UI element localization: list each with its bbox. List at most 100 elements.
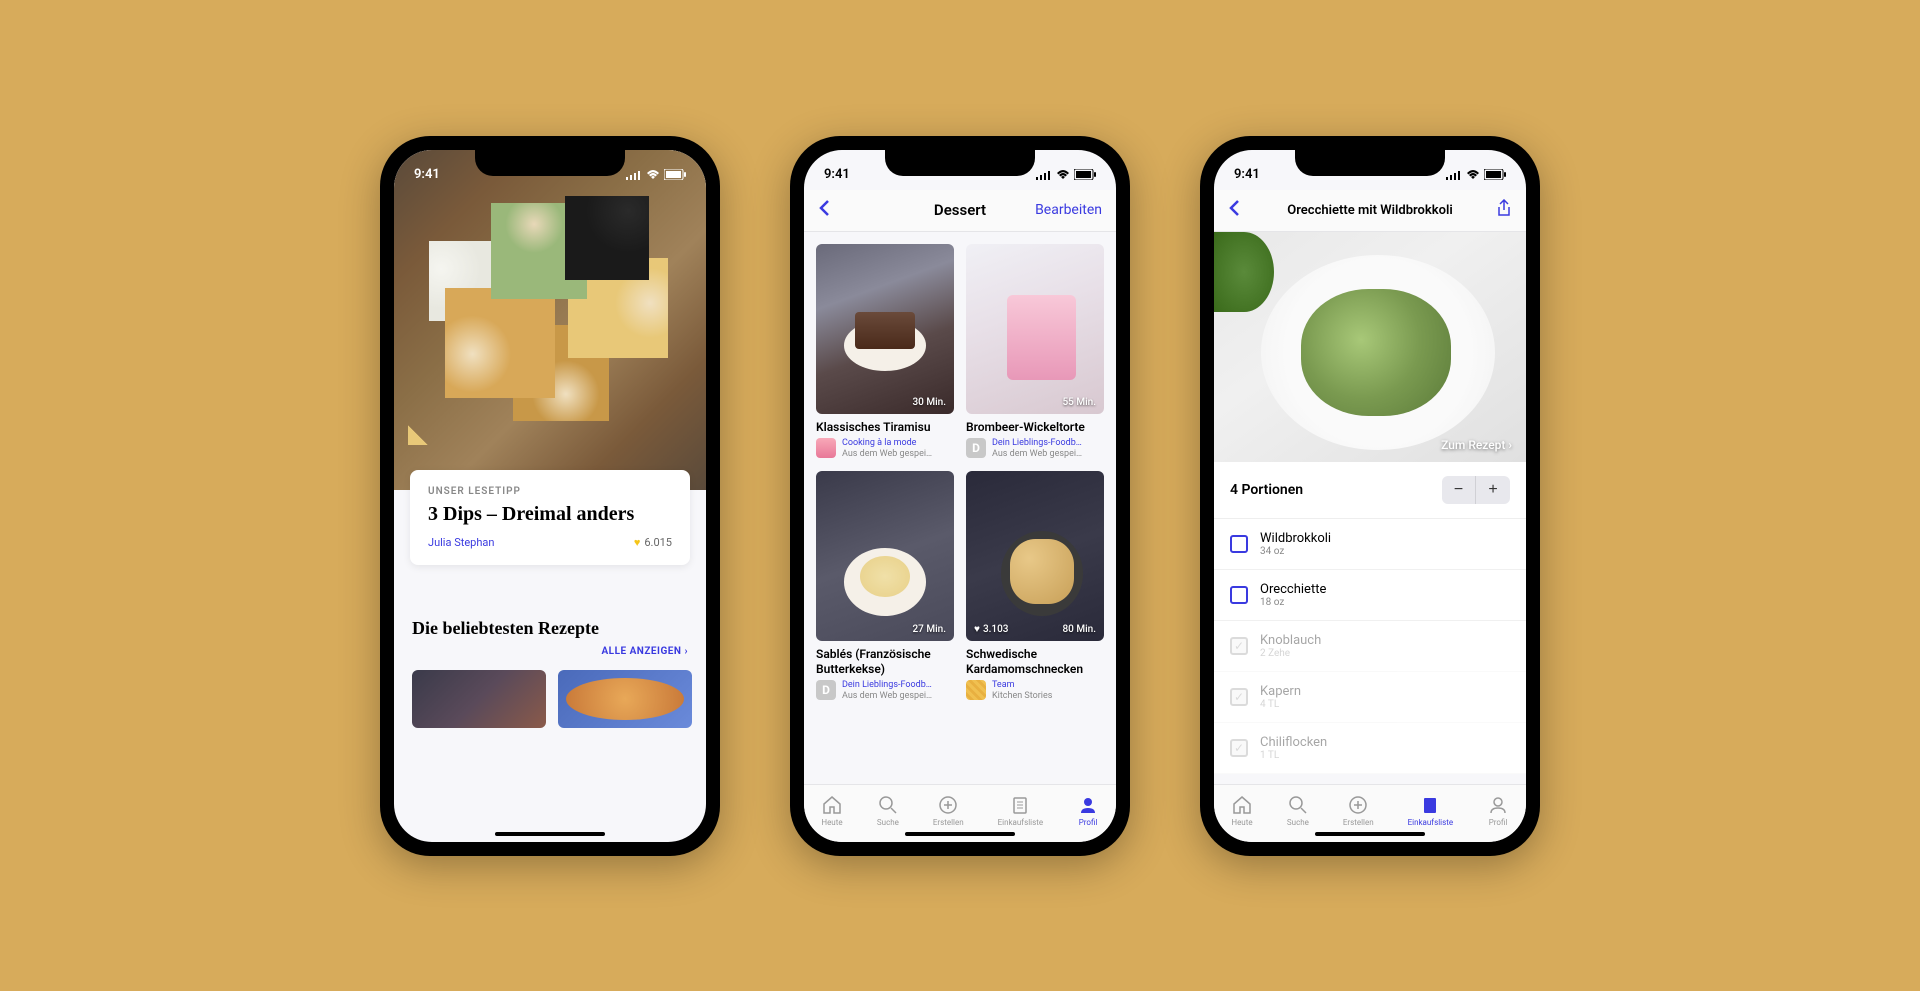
search-icon: [877, 794, 899, 816]
home-indicator[interactable]: [905, 832, 1015, 836]
battery-icon: [1074, 169, 1096, 180]
recipe-title: Schwedische Kardamomschnecken: [966, 647, 1104, 676]
recipe-image: 55 Min.: [966, 244, 1104, 414]
heart-icon: ♥: [634, 536, 641, 549]
tab-heute[interactable]: Heute: [1231, 794, 1253, 827]
home-content[interactable]: UNSER LESETIPP 3 Dips – Dreimal anders J…: [394, 150, 706, 842]
phone-1: 9:41 UNSER LESETIPP 3 Dips – Dreimal and…: [380, 136, 720, 856]
hero-image[interactable]: [394, 150, 706, 490]
ingredient-name: Orecchiette: [1260, 582, 1326, 597]
tab-suche[interactable]: Suche: [877, 794, 899, 827]
recipe-detail-content[interactable]: Zum Rezept › 4 Portionen − + Wildbrokkol…: [1214, 232, 1526, 784]
recipe-title: Brombeer-Wickeltorte: [966, 420, 1104, 434]
recipe-card-wickeltorte[interactable]: 55 Min. Brombeer-Wickeltorte DDein Liebl…: [966, 244, 1104, 460]
recipe-hero-image[interactable]: Zum Rezept ›: [1214, 232, 1526, 462]
home-indicator[interactable]: [1315, 832, 1425, 836]
plus-icon: [937, 794, 959, 816]
ingredient-list: Wildbrokkoli34 oz Orecchiette18 oz Knobl…: [1214, 519, 1526, 774]
recipe-card-tiramisu[interactable]: 30 Min. Klassisches Tiramisu Cooking à l…: [816, 244, 954, 460]
recipe-card-sables[interactable]: 27 Min. Sablés (Französische Butterkekse…: [816, 471, 954, 701]
back-button[interactable]: [1228, 199, 1258, 221]
checkbox-checked-icon[interactable]: [1230, 739, 1248, 757]
list-icon: [1009, 794, 1031, 816]
popular-recipe-1[interactable]: [412, 670, 546, 728]
tab-erstellen[interactable]: Erstellen: [933, 794, 964, 827]
nav-bar: Dessert Bearbeiten: [804, 190, 1116, 232]
decrease-button[interactable]: −: [1442, 476, 1476, 504]
checkbox-checked-icon[interactable]: [1230, 688, 1248, 706]
phone-3: 9:41 Orecchiette mit Wildbrokkoli Zum Re…: [1200, 136, 1540, 856]
recipe-card-kardamom[interactable]: ♥3.103 80 Min. Schwedische Kardamomschne…: [966, 471, 1104, 701]
recipe-image: 30 Min.: [816, 244, 954, 414]
checkbox-checked-icon[interactable]: [1230, 637, 1248, 655]
ingredient-name: Kapern: [1260, 684, 1301, 699]
increase-button[interactable]: +: [1476, 476, 1510, 504]
ingredient-amount: 18 oz: [1260, 597, 1326, 608]
tab-profil[interactable]: Profil: [1077, 794, 1099, 827]
wifi-icon: [646, 170, 660, 180]
recipe-duration: 27 Min.: [913, 624, 947, 635]
status-time: 9:41: [1234, 167, 1260, 182]
ingredient-amount: 1 TL: [1260, 750, 1327, 761]
notch: [475, 150, 625, 176]
back-button[interactable]: [818, 199, 898, 221]
recipe-duration: 55 Min.: [1063, 397, 1097, 408]
nav-bar: Orecchiette mit Wildbrokkoli: [1214, 190, 1526, 232]
recipe-subtitle: Kitchen Stories: [992, 691, 1052, 702]
status-icons: [1036, 169, 1096, 180]
wifi-icon: [1466, 170, 1480, 180]
tab-suche[interactable]: Suche: [1287, 794, 1309, 827]
portions-label: 4 Portionen: [1230, 482, 1303, 498]
status-icons: [1446, 169, 1506, 180]
popular-recipe-2[interactable]: [558, 670, 692, 728]
source-icon: D: [966, 438, 986, 458]
dessert-grid-content[interactable]: 30 Min. Klassisches Tiramisu Cooking à l…: [804, 232, 1116, 784]
plus-icon: [1347, 794, 1369, 816]
recipe-subtitle: Aus dem Web gespei…: [842, 691, 932, 702]
ingredient-item[interactable]: Orecchiette18 oz: [1214, 570, 1526, 621]
nav-title: Dessert: [898, 201, 1022, 219]
home-icon: [1231, 794, 1253, 816]
status-time: 9:41: [414, 167, 440, 182]
tab-einkaufsliste[interactable]: Einkaufsliste: [1408, 794, 1454, 827]
status-icons: [626, 169, 686, 180]
recipe-source: Cooking à la mode: [842, 438, 932, 449]
to-recipe-link[interactable]: Zum Rezept ›: [1441, 438, 1512, 452]
share-button[interactable]: [1482, 199, 1512, 221]
recipe-image: 27 Min.: [816, 471, 954, 641]
recipe-subtitle: Aus dem Web gespei…: [992, 449, 1082, 460]
edit-button[interactable]: Bearbeiten: [1022, 202, 1102, 218]
portions-stepper: − +: [1442, 476, 1510, 504]
battery-icon: [1484, 169, 1506, 180]
source-icon: [966, 680, 986, 700]
card-likes: ♥ 6.015: [634, 536, 672, 549]
ingredient-item[interactable]: Knoblauch2 Zehe: [1214, 621, 1526, 672]
card-title: 3 Dips – Dreimal anders: [428, 503, 672, 526]
notch: [1295, 150, 1445, 176]
notch: [885, 150, 1035, 176]
checkbox-icon[interactable]: [1230, 586, 1248, 604]
tab-einkaufsliste[interactable]: Einkaufsliste: [998, 794, 1044, 827]
show-all-link[interactable]: ALLE ANZEIGEN ›: [601, 646, 688, 657]
ingredient-item[interactable]: Chiliflocken1 TL: [1214, 723, 1526, 774]
ingredient-name: Knoblauch: [1260, 633, 1321, 648]
ingredient-amount: 34 oz: [1260, 546, 1331, 557]
recipe-title: Klassisches Tiramisu: [816, 420, 954, 434]
lesetipp-card[interactable]: UNSER LESETIPP 3 Dips – Dreimal anders J…: [410, 470, 690, 565]
signal-icon: [626, 170, 642, 180]
ingredient-item[interactable]: Kapern4 TL: [1214, 672, 1526, 723]
wifi-icon: [1056, 170, 1070, 180]
tab-erstellen[interactable]: Erstellen: [1343, 794, 1374, 827]
card-author[interactable]: Julia Stephan: [428, 536, 494, 549]
tab-profil[interactable]: Profil: [1487, 794, 1509, 827]
ingredient-name: Wildbrokkoli: [1260, 531, 1331, 546]
popular-recipes-row[interactable]: [412, 670, 692, 728]
ingredient-item[interactable]: Wildbrokkoli34 oz: [1214, 519, 1526, 570]
checkbox-icon[interactable]: [1230, 535, 1248, 553]
recipe-likes: ♥3.103: [974, 624, 1008, 635]
portions-row: 4 Portionen − +: [1214, 462, 1526, 519]
recipe-duration: 80 Min.: [1063, 624, 1097, 635]
tab-heute[interactable]: Heute: [821, 794, 843, 827]
source-icon: [816, 438, 836, 458]
home-indicator[interactable]: [495, 832, 605, 836]
